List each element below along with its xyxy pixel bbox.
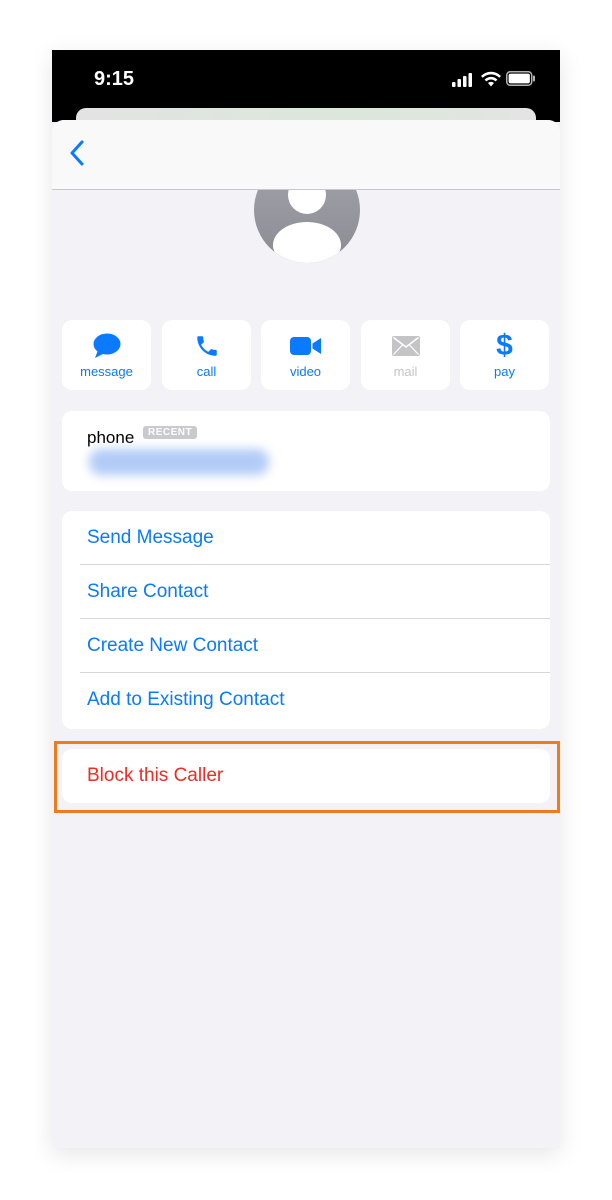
wifi-icon <box>480 70 502 92</box>
message-bubble-icon <box>62 332 151 360</box>
status-time: 9:15 <box>94 68 135 90</box>
message-action-label: message <box>80 364 133 379</box>
phone-number-redacted[interactable] <box>89 449 269 475</box>
mail-action-button[interactable]: mail <box>361 320 450 390</box>
mail-action-label: mail <box>393 364 418 379</box>
create-new-contact-option[interactable]: Create New Contact <box>62 619 550 673</box>
pay-action-label: pay <box>494 364 515 379</box>
contact-options-list: Send Message Share Contact Create New Co… <box>62 511 550 729</box>
video-action-button[interactable]: video <box>261 320 350 390</box>
battery-icon <box>506 71 536 91</box>
pay-action-button[interactable]: $ pay <box>460 320 549 390</box>
cellular-signal-icon <box>452 73 474 92</box>
block-caller-label: Block this Caller <box>87 765 224 786</box>
video-camera-icon <box>261 332 350 360</box>
back-button[interactable] <box>62 138 92 172</box>
quick-actions-row: message call video mail $ pay <box>62 320 550 390</box>
dollar-icon: $ <box>496 329 513 362</box>
contact-sheet: message call video mail $ pay phone RECE… <box>52 120 560 1148</box>
chevron-left-icon <box>69 140 85 171</box>
phone-icon <box>162 332 251 360</box>
phone-number-card[interactable]: phone RECENT <box>62 411 550 491</box>
phone-label: phone <box>87 428 135 447</box>
call-action-button[interactable]: call <box>162 320 251 390</box>
message-action-button[interactable]: message <box>62 320 151 390</box>
send-message-label: Send Message <box>87 527 214 548</box>
add-to-existing-contact-label: Add to Existing Contact <box>87 689 285 710</box>
add-to-existing-contact-option[interactable]: Add to Existing Contact <box>62 673 550 727</box>
share-contact-option[interactable]: Share Contact <box>62 565 550 619</box>
envelope-icon <box>361 332 450 360</box>
send-message-option[interactable]: Send Message <box>62 511 550 565</box>
share-contact-label: Share Contact <box>87 581 209 602</box>
navigation-bar <box>52 120 560 190</box>
recent-badge: RECENT <box>143 426 198 439</box>
block-caller-button[interactable]: Block this Caller <box>62 749 550 803</box>
phone-frame: 9:15 message call video mail $ pay phone… <box>52 50 560 1148</box>
call-action-label: call <box>196 364 217 379</box>
video-action-label: video <box>289 364 322 379</box>
create-new-contact-label: Create New Contact <box>87 635 259 656</box>
